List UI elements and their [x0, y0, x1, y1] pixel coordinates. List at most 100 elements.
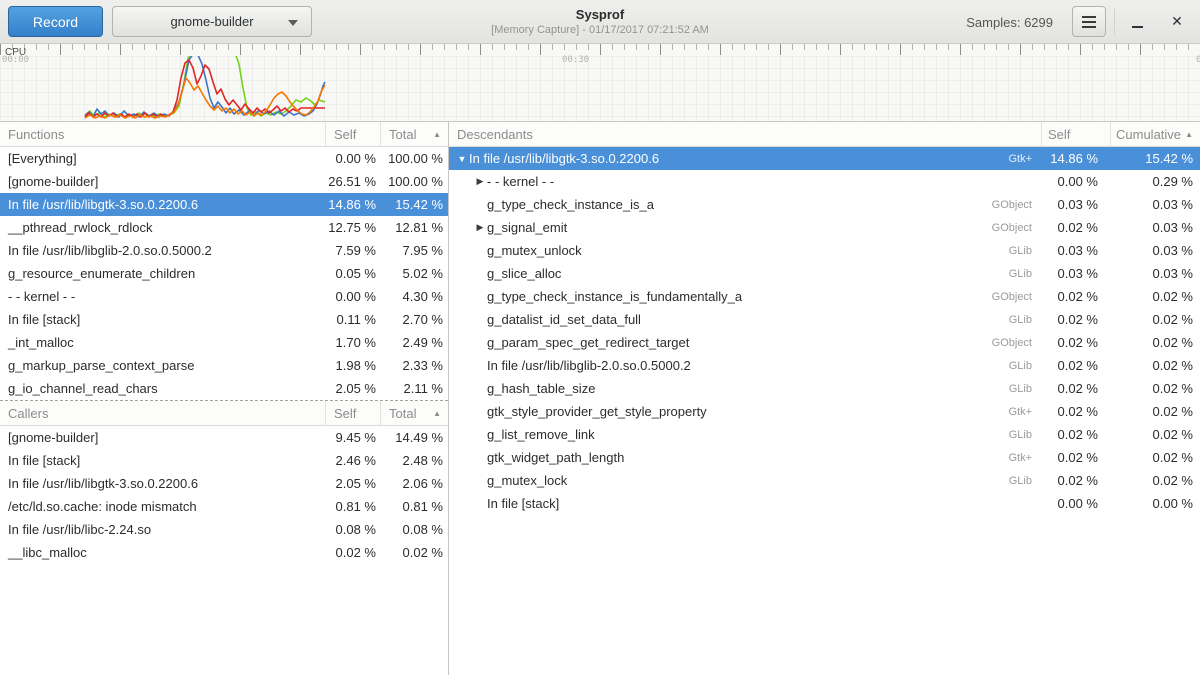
column-header-functions[interactable]: Functions: [0, 122, 325, 146]
descendant-cumulative-percent: 0.02 %: [1110, 473, 1200, 488]
titlebar-separator: [1114, 9, 1115, 35]
timeline-area[interactable]: CPU 00:00 00:30 01:00: [0, 44, 1200, 122]
function-row[interactable]: [Everything] 0.00 % 100.00 %: [0, 147, 448, 170]
descendant-name: g_list_remove_link: [487, 427, 595, 442]
descendant-row[interactable]: g_type_check_instance_is_a GObject 0.03 …: [449, 193, 1200, 216]
descendant-row[interactable]: In file /usr/lib/libglib-2.0.so.0.5000.2…: [449, 354, 1200, 377]
caller-row[interactable]: In file /usr/lib/libgtk-3.so.0.2200.6 2.…: [0, 472, 448, 495]
column-header-self[interactable]: Self: [1041, 122, 1110, 146]
expander-icon[interactable]: ▶: [473, 176, 487, 187]
close-button[interactable]: ✕: [1158, 6, 1196, 37]
library-tag: Gtk+: [1008, 452, 1041, 464]
function-row[interactable]: g_markup_parse_context_parse 1.98 % 2.33…: [0, 354, 448, 377]
column-header-self[interactable]: Self: [325, 122, 380, 146]
function-row[interactable]: _int_malloc 1.70 % 2.49 %: [0, 331, 448, 354]
descendant-row[interactable]: g_list_remove_link GLib 0.02 % 0.02 %: [449, 423, 1200, 446]
descendant-name: In file [stack]: [487, 496, 559, 511]
record-button[interactable]: Record: [8, 6, 103, 37]
descendant-row[interactable]: g_hash_table_size GLib 0.02 % 0.02 %: [449, 377, 1200, 400]
column-header-self[interactable]: Self: [325, 401, 380, 425]
descendant-row[interactable]: ▼ In file /usr/lib/libgtk-3.so.0.2200.6 …: [449, 147, 1200, 170]
descendant-row[interactable]: gtk_widget_path_length Gtk+ 0.02 % 0.02 …: [449, 446, 1200, 469]
capture-subtitle: [Memory Capture] - 01/17/2017 07:21:52 A…: [400, 24, 800, 36]
function-total-percent: 100.00 %: [380, 174, 448, 189]
time-tick-end: 01:00: [1196, 55, 1200, 65]
descendant-self-percent: 0.02 %: [1041, 427, 1110, 442]
descendant-row[interactable]: ▶ - - kernel - - 0.00 % 0.29 %: [449, 170, 1200, 193]
caller-self-percent: 0.81 %: [325, 499, 380, 514]
function-total-percent: 2.33 %: [380, 358, 448, 373]
process-selector-dropdown[interactable]: gnome-builder: [112, 6, 312, 37]
function-name: g_io_channel_read_chars: [0, 381, 325, 396]
descendant-row[interactable]: g_param_spec_get_redirect_target GObject…: [449, 331, 1200, 354]
descendant-self-percent: 0.02 %: [1041, 450, 1110, 465]
descendants-table-body: ▼ In file /usr/lib/libgtk-3.so.0.2200.6 …: [449, 147, 1200, 515]
function-row[interactable]: In file [stack] 0.11 % 2.70 %: [0, 308, 448, 331]
function-row[interactable]: [gnome-builder] 26.51 % 100.00 %: [0, 170, 448, 193]
callers-pane: Callers Self Total ▲ [gnome-builder] 9.4…: [0, 400, 448, 564]
process-selector-label: gnome-builder: [170, 14, 253, 29]
library-tag: GObject: [992, 337, 1041, 349]
descendant-self-percent: 0.03 %: [1041, 243, 1110, 258]
caller-row[interactable]: [gnome-builder] 9.45 % 14.49 %: [0, 426, 448, 449]
descendant-name: g_slice_alloc: [487, 266, 561, 281]
caller-row[interactable]: In file /usr/lib/libc-2.24.so 0.08 % 0.0…: [0, 518, 448, 541]
cpu-graph[interactable]: [0, 56, 1200, 122]
descendant-row[interactable]: In file [stack] 0.00 % 0.00 %: [449, 492, 1200, 515]
column-header-total[interactable]: Total ▲: [380, 401, 448, 425]
function-self-percent: 0.05 %: [325, 266, 380, 281]
descendant-self-percent: 0.02 %: [1041, 335, 1110, 350]
descendant-name-cell: gtk_style_provider_get_style_property Gt…: [449, 404, 1041, 419]
function-row[interactable]: g_io_channel_read_chars 2.05 % 2.11 %: [0, 377, 448, 400]
caller-row[interactable]: In file [stack] 2.46 % 2.48 %: [0, 449, 448, 472]
caller-total-percent: 2.48 %: [380, 453, 448, 468]
expander-icon[interactable]: ▶: [473, 222, 487, 233]
descendant-name-cell: g_slice_alloc GLib: [449, 266, 1041, 281]
descendants-table-header: Descendants Self Cumulative ▲: [449, 122, 1200, 147]
descendant-self-percent: 0.02 %: [1041, 381, 1110, 396]
descendant-self-percent: 0.02 %: [1041, 473, 1110, 488]
caller-row[interactable]: /etc/ld.so.cache: inode mismatch 0.81 % …: [0, 495, 448, 518]
function-row[interactable]: __pthread_rwlock_rdlock 12.75 % 12.81 %: [0, 216, 448, 239]
minimize-button[interactable]: [1118, 6, 1156, 37]
column-header-total[interactable]: Total ▲: [380, 122, 448, 146]
function-row[interactable]: In file /usr/lib/libgtk-3.so.0.2200.6 14…: [0, 193, 448, 216]
expander-icon[interactable]: ▼: [455, 154, 469, 164]
function-name: [Everything]: [0, 151, 325, 166]
caller-total-percent: 0.08 %: [380, 522, 448, 537]
library-tag: GLib: [1009, 268, 1041, 280]
descendant-name-cell: g_type_check_instance_is_a GObject: [449, 197, 1041, 212]
function-row[interactable]: - - kernel - - 0.00 % 4.30 %: [0, 285, 448, 308]
descendant-cumulative-percent: 15.42 %: [1110, 151, 1200, 166]
library-tag: GLib: [1009, 360, 1041, 372]
descendant-name-cell: ▼ In file /usr/lib/libgtk-3.so.0.2200.6 …: [449, 151, 1041, 166]
descendant-name-cell: g_hash_table_size GLib: [449, 381, 1041, 396]
function-name: [gnome-builder]: [0, 174, 325, 189]
column-header-descendants[interactable]: Descendants: [449, 122, 1041, 146]
descendant-row[interactable]: g_type_check_instance_is_fundamentally_a…: [449, 285, 1200, 308]
menu-button[interactable]: [1072, 6, 1106, 37]
descendant-name-cell: g_type_check_instance_is_fundamentally_a…: [449, 289, 1041, 304]
descendant-row[interactable]: g_mutex_lock GLib 0.02 % 0.02 %: [449, 469, 1200, 492]
descendant-name: In file /usr/lib/libgtk-3.so.0.2200.6: [469, 151, 659, 166]
caller-row[interactable]: __libc_malloc 0.02 % 0.02 %: [0, 541, 448, 564]
column-header-callers[interactable]: Callers: [0, 401, 325, 425]
function-row[interactable]: g_resource_enumerate_children 0.05 % 5.0…: [0, 262, 448, 285]
descendant-row[interactable]: g_mutex_unlock GLib 0.03 % 0.03 %: [449, 239, 1200, 262]
column-header-total-label: Total: [389, 127, 416, 142]
descendant-row[interactable]: ▶ g_signal_emit GObject 0.02 % 0.03 %: [449, 216, 1200, 239]
function-self-percent: 0.00 %: [325, 151, 380, 166]
descendant-self-percent: 0.02 %: [1041, 358, 1110, 373]
window-title-block: Sysprof [Memory Capture] - 01/17/2017 07…: [400, 7, 800, 36]
column-header-cumulative[interactable]: Cumulative ▲: [1110, 122, 1200, 146]
chevron-down-icon: [288, 20, 298, 26]
descendant-row[interactable]: gtk_style_provider_get_style_property Gt…: [449, 400, 1200, 423]
function-row[interactable]: In file /usr/lib/libglib-2.0.so.0.5000.2…: [0, 239, 448, 262]
descendant-row[interactable]: g_datalist_id_set_data_full GLib 0.02 % …: [449, 308, 1200, 331]
caller-name: [gnome-builder]: [0, 430, 325, 445]
profile-panes: Functions Self Total ▲ [Everything] 0.00…: [0, 122, 1200, 675]
function-self-percent: 26.51 %: [325, 174, 380, 189]
descendant-row[interactable]: g_slice_alloc GLib 0.03 % 0.03 %: [449, 262, 1200, 285]
descendant-self-percent: 0.02 %: [1041, 404, 1110, 419]
callers-table-body: [gnome-builder] 9.45 % 14.49 % In file […: [0, 426, 448, 564]
